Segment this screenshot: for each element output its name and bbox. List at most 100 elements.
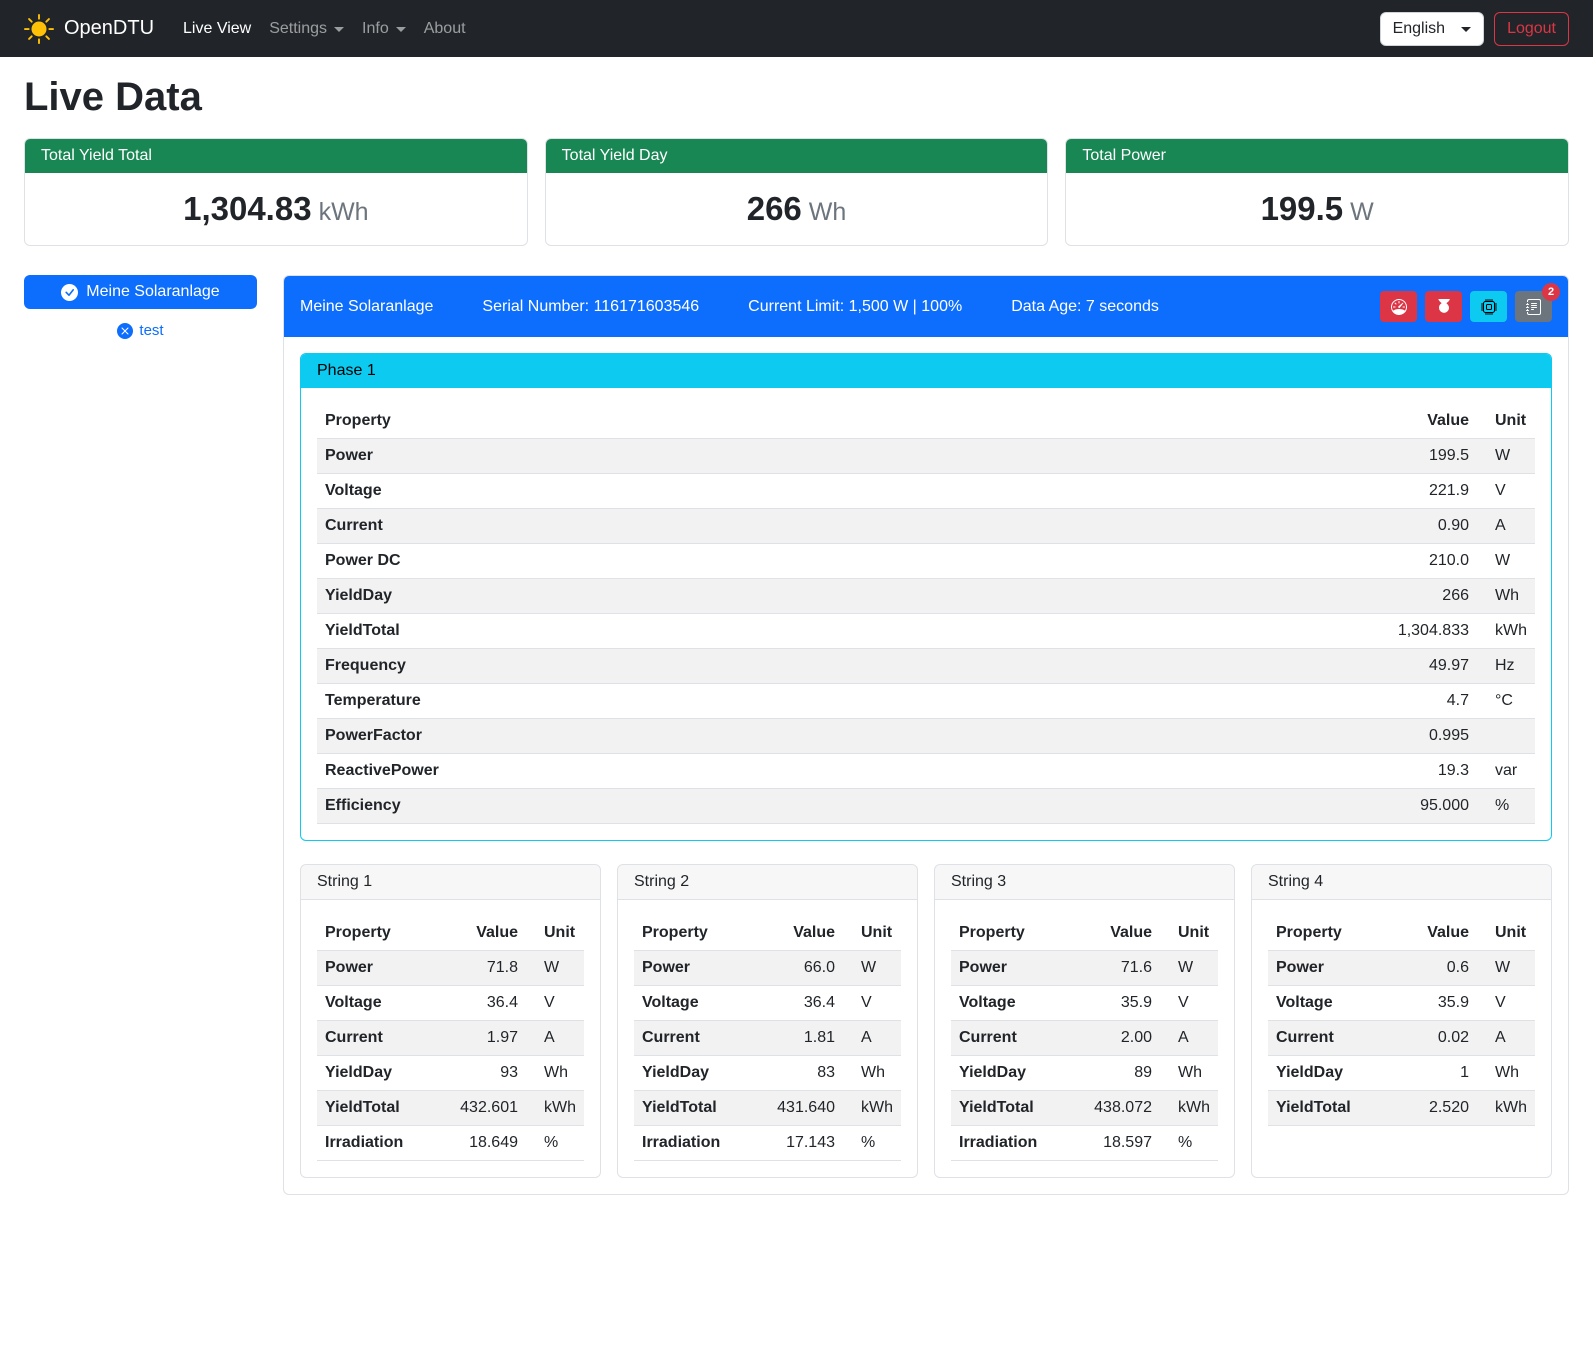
table-header-row: Property Value Unit [634, 916, 901, 951]
nav-item-label: Settings [269, 20, 327, 38]
property-unit: W [536, 951, 584, 986]
table-row: Voltage 36.4 V [634, 986, 901, 1021]
property-name: YieldDay [951, 1056, 1086, 1091]
power-button[interactable] [1425, 291, 1462, 322]
property-name: YieldDay [634, 1056, 769, 1091]
nav-item-info[interactable]: Info [353, 12, 415, 46]
summary-card-body: 266Wh [546, 173, 1048, 245]
brand[interactable]: OpenDTU [24, 14, 154, 44]
page-content: Live Data Total Yield Total 1,304.83kWh … [0, 57, 1593, 1219]
table-row: Irradiation 18.649 % [317, 1126, 584, 1161]
property-unit: V [1487, 986, 1535, 1021]
nav-item-label: Live View [183, 20, 251, 38]
event-log-button[interactable]: 2 [1515, 291, 1552, 322]
sun-icon [24, 14, 54, 44]
property-value: 4.7 [1390, 684, 1487, 719]
table-row: Temperature 4.7 °C [317, 684, 1535, 719]
table-row: Power 199.5 W [317, 439, 1535, 474]
inverter-select-button[interactable]: Meine Solaranlage [24, 275, 257, 309]
journal-icon [1526, 299, 1542, 315]
col-header-value: Value [452, 916, 536, 951]
string-card-body: Property Value Unit Power [935, 900, 1234, 1177]
summary-value: 1,304.83 [183, 190, 311, 227]
table-row: YieldTotal 438.072 kWh [951, 1091, 1218, 1126]
property-name: PowerFactor [317, 719, 1390, 754]
property-value: 1.97 [452, 1021, 536, 1056]
property-name: Current [317, 509, 1390, 544]
property-unit: A [1487, 509, 1535, 544]
summary-card-title: Total Power [1066, 139, 1568, 173]
col-header-property: Property [634, 916, 769, 951]
property-value: 71.8 [452, 951, 536, 986]
inverter-limit: Current Limit: 1,500 W | 100% [748, 298, 962, 316]
string-card-title: String 2 [618, 865, 917, 900]
property-unit: V [1487, 474, 1535, 509]
nav-item-settings[interactable]: Settings [260, 12, 353, 46]
inverter-actions: 2 [1380, 291, 1552, 322]
property-unit: Wh [853, 1056, 901, 1091]
summary-card-title: Total Yield Day [546, 139, 1048, 173]
property-value: 83 [769, 1056, 853, 1091]
property-name: YieldTotal [1268, 1091, 1419, 1126]
property-value: 66.0 [769, 951, 853, 986]
table-row: Irradiation 17.143 % [634, 1126, 901, 1161]
phase-card-body: Property Value Unit Power 199.5 [301, 388, 1551, 840]
nav-item-about[interactable]: About [415, 12, 475, 46]
language-select[interactable]: English [1380, 12, 1484, 46]
property-unit: A [853, 1021, 901, 1056]
property-unit: W [1487, 544, 1535, 579]
sidebar-item-test-label: test [139, 322, 163, 339]
col-header-value: Value [1086, 916, 1170, 951]
string-card-4: String 4 Property Value Unit [1251, 864, 1552, 1178]
limit-settings-button[interactable] [1380, 291, 1417, 322]
power-icon [1436, 299, 1452, 315]
table-row: Efficiency 95.000 % [317, 789, 1535, 824]
property-name: YieldTotal [317, 614, 1390, 649]
page-title: Live Data [24, 75, 1569, 120]
property-name: Power [634, 951, 769, 986]
property-unit: kWh [536, 1091, 584, 1126]
sidebar-item-test[interactable]: test [24, 322, 257, 339]
main-row: Meine Solaranlage test Meine Solaranlage… [24, 275, 1569, 1195]
summary-card-body: 199.5W [1066, 173, 1568, 245]
property-name: ReactivePower [317, 754, 1390, 789]
col-header-unit: Unit [536, 916, 584, 951]
phase-card: Phase 1 Property Value Unit [300, 353, 1552, 841]
table-row: PowerFactor 0.995 [317, 719, 1535, 754]
property-name: Efficiency [317, 789, 1390, 824]
table-row: Power 66.0 W [634, 951, 901, 986]
table-row: Power 71.6 W [951, 951, 1218, 986]
property-unit: W [1170, 951, 1218, 986]
property-unit: var [1487, 754, 1535, 789]
property-unit: A [1170, 1021, 1218, 1056]
property-unit: kWh [1170, 1091, 1218, 1126]
table-row: YieldTotal 431.640 kWh [634, 1091, 901, 1126]
speedometer-icon [1391, 299, 1407, 315]
string-card-body: Property Value Unit Power [1252, 900, 1551, 1142]
phase-card-title: Phase 1 [301, 354, 1551, 388]
property-unit: W [1487, 439, 1535, 474]
summary-cards-row: Total Yield Total 1,304.83kWh Total Yiel… [24, 138, 1569, 246]
property-unit: °C [1487, 684, 1535, 719]
property-value: 2.00 [1086, 1021, 1170, 1056]
table-row: ReactivePower 19.3 var [317, 754, 1535, 789]
string-card-title: String 3 [935, 865, 1234, 900]
property-value: 93 [452, 1056, 536, 1091]
nav-item-live-view[interactable]: Live View [174, 12, 260, 46]
property-unit: Wh [1487, 579, 1535, 614]
device-info-button[interactable] [1470, 291, 1507, 322]
table-row: YieldDay 93 Wh [317, 1056, 584, 1091]
property-name: Irradiation [634, 1126, 769, 1161]
property-unit: Wh [1170, 1056, 1218, 1091]
property-name: YieldTotal [634, 1091, 769, 1126]
col-header-property: Property [1268, 916, 1419, 951]
table-row: Power 0.6 W [1268, 951, 1535, 986]
property-value: 89 [1086, 1056, 1170, 1091]
table-row: Irradiation 18.597 % [951, 1126, 1218, 1161]
property-unit: W [853, 951, 901, 986]
summary-card-title: Total Yield Total [25, 139, 527, 173]
logout-button[interactable]: Logout [1494, 12, 1569, 46]
summary-card-total-power: Total Power 199.5W [1065, 138, 1569, 246]
navbar-right: English Logout [1380, 12, 1569, 46]
property-value: 35.9 [1419, 986, 1487, 1021]
